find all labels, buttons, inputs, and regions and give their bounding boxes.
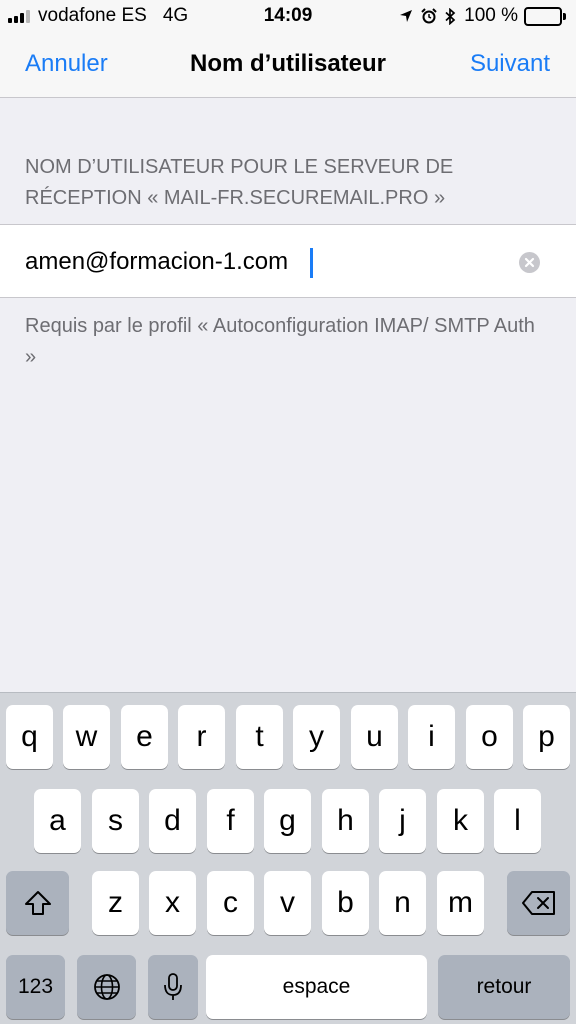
key-i[interactable]: i bbox=[408, 705, 455, 769]
key-v[interactable]: v bbox=[264, 871, 311, 935]
key-e[interactable]: e bbox=[121, 705, 168, 769]
microphone-icon bbox=[164, 973, 182, 1000]
key-x[interactable]: x bbox=[149, 871, 196, 935]
key-f[interactable]: f bbox=[207, 789, 254, 853]
numbers-key[interactable]: 123 bbox=[6, 955, 65, 1019]
key-c[interactable]: c bbox=[207, 871, 254, 935]
key-a[interactable]: a bbox=[34, 789, 81, 853]
section-header: NOM D’UTILISATEUR POUR LE SERVEUR DE RÉC… bbox=[25, 156, 454, 209]
battery-icon bbox=[524, 6, 566, 26]
return-key[interactable]: retour bbox=[438, 955, 570, 1019]
text-cursor bbox=[310, 248, 313, 278]
key-s[interactable]: s bbox=[92, 789, 139, 853]
key-t[interactable]: t bbox=[236, 705, 283, 769]
navigation-bar: Annuler Nom d’utilisateur Suivant bbox=[0, 34, 576, 98]
status-right: 100 % bbox=[399, 5, 566, 27]
shift-icon bbox=[24, 891, 51, 915]
clear-icon bbox=[524, 257, 535, 268]
key-k[interactable]: k bbox=[437, 789, 484, 853]
key-w[interactable]: w bbox=[63, 705, 110, 769]
app-screen: vodafone ES 4G 14:09 100 % Annuler Nom d… bbox=[0, 0, 576, 1024]
status-bar: vodafone ES 4G 14:09 100 % bbox=[0, 0, 576, 34]
battery-percentage: 100 % bbox=[464, 5, 518, 26]
key-d[interactable]: d bbox=[149, 789, 196, 853]
key-o[interactable]: o bbox=[466, 705, 513, 769]
bluetooth-icon bbox=[445, 7, 456, 25]
key-m[interactable]: m bbox=[437, 871, 484, 935]
globe-icon bbox=[93, 974, 120, 1000]
key-g[interactable]: g bbox=[264, 789, 311, 853]
dictation-key[interactable] bbox=[148, 955, 198, 1019]
space-key[interactable]: espace bbox=[206, 955, 427, 1019]
key-j[interactable]: j bbox=[379, 789, 426, 853]
key-b[interactable]: b bbox=[322, 871, 369, 935]
location-arrow-icon bbox=[399, 9, 413, 23]
next-button[interactable]: Suivant bbox=[470, 50, 550, 78]
keyboard: q w e r t y u i o p a s d f g h j k l z … bbox=[0, 692, 576, 1024]
key-y[interactable]: y bbox=[293, 705, 340, 769]
key-h[interactable]: h bbox=[322, 789, 369, 853]
key-u[interactable]: u bbox=[351, 705, 398, 769]
key-l[interactable]: l bbox=[494, 789, 541, 853]
backspace-icon bbox=[521, 891, 555, 915]
key-r[interactable]: r bbox=[178, 705, 225, 769]
key-q[interactable]: q bbox=[6, 705, 53, 769]
key-p[interactable]: p bbox=[523, 705, 570, 769]
shift-key[interactable] bbox=[6, 871, 69, 935]
username-input[interactable] bbox=[25, 239, 495, 285]
section-footer: Requis par le profil « Autoconfiguration… bbox=[25, 315, 535, 368]
alarm-icon bbox=[421, 8, 437, 24]
globe-key[interactable] bbox=[77, 955, 136, 1019]
key-z[interactable]: z bbox=[92, 871, 139, 935]
key-n[interactable]: n bbox=[379, 871, 426, 935]
username-row bbox=[0, 224, 576, 298]
clear-text-button[interactable] bbox=[519, 252, 540, 273]
backspace-key[interactable] bbox=[507, 871, 570, 935]
